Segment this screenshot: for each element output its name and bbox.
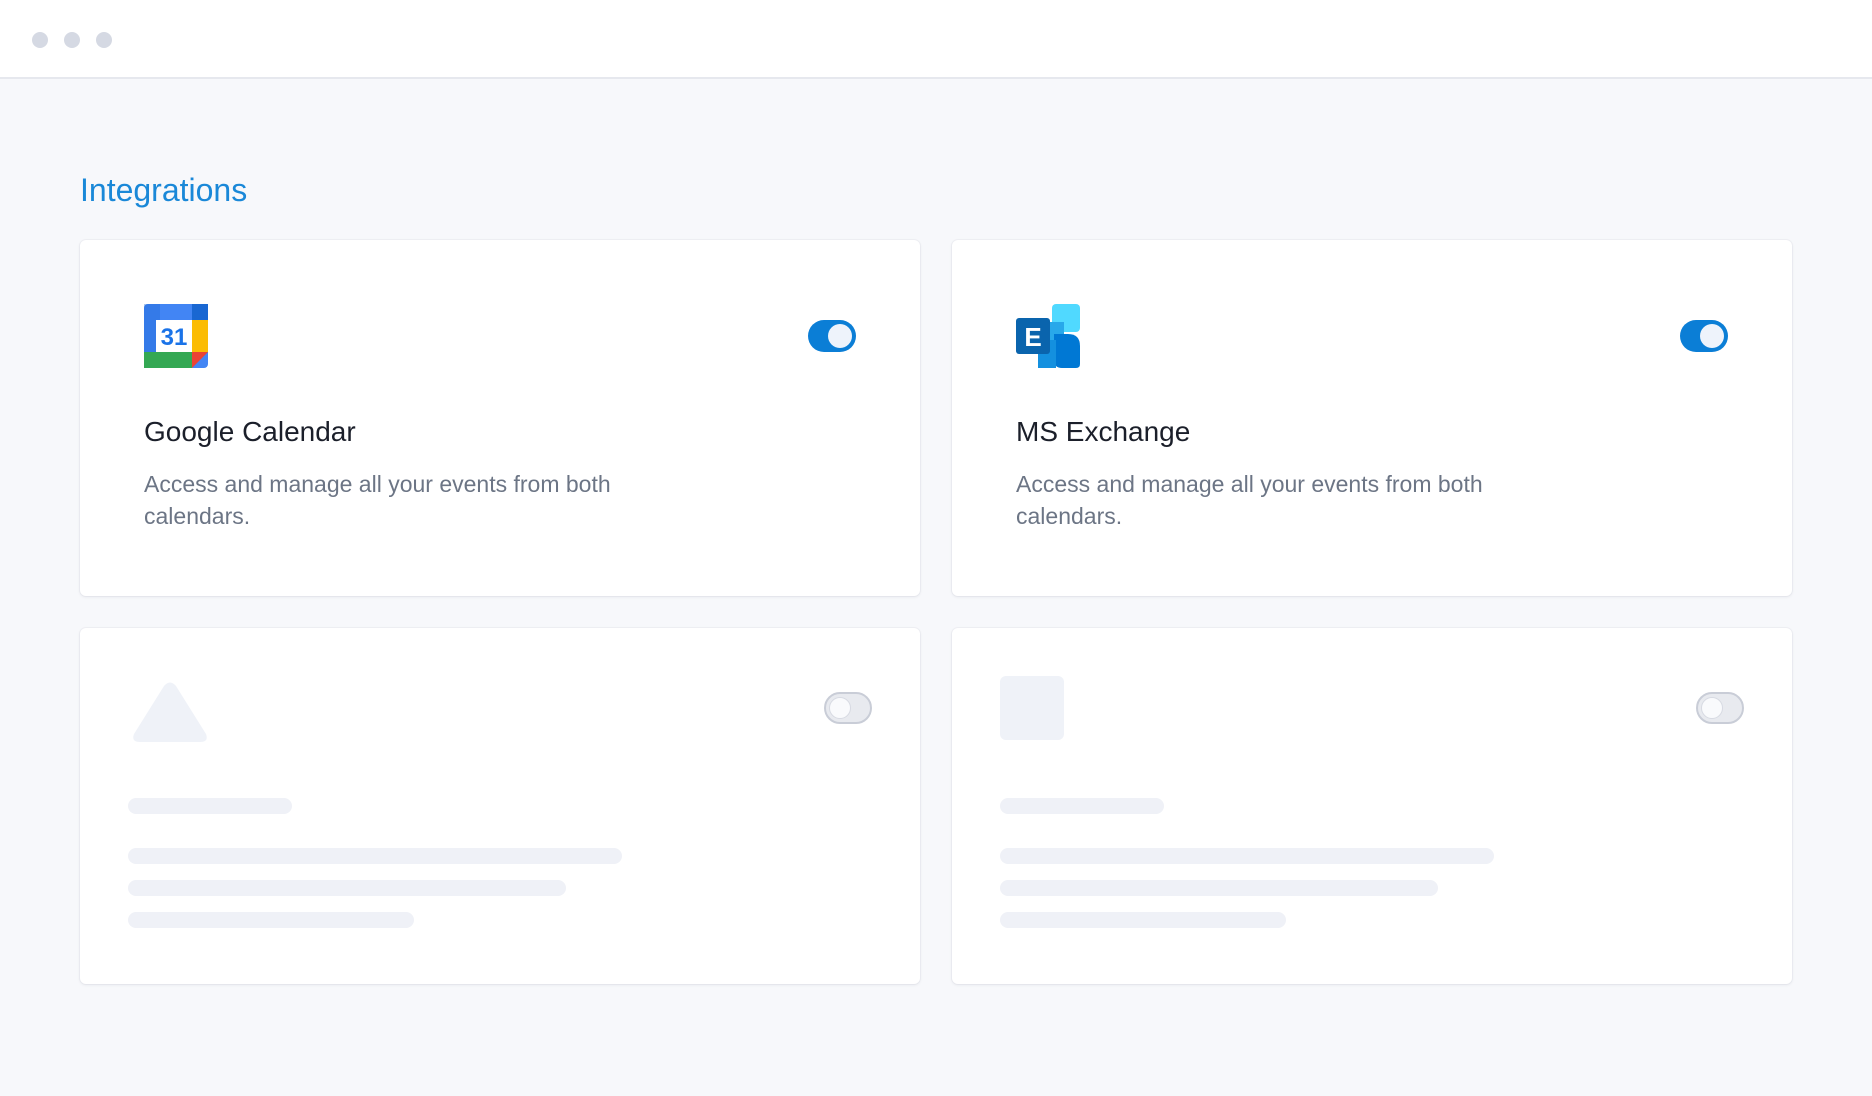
window-dot-3 (96, 32, 112, 48)
skeleton-line (128, 880, 566, 896)
integration-card-google-calendar: 31 Google Calendar Access and manage all… (80, 240, 920, 596)
window-dot-2 (64, 32, 80, 48)
skeleton-line (1000, 848, 1494, 864)
google-calendar-icon: 31 (144, 304, 208, 368)
integration-description: Access and manage all your events from b… (1016, 471, 1483, 529)
square-placeholder-icon (1000, 676, 1064, 740)
placeholder-toggle-1[interactable] (824, 692, 872, 724)
window-dot-1 (32, 32, 48, 48)
skeleton-line-title (1000, 798, 1164, 814)
toggle-knob (828, 324, 852, 348)
toggle-knob (1700, 324, 1724, 348)
integration-card-ms-exchange: E MS Exchange Access and manage all your… (952, 240, 1792, 596)
skeleton-line (128, 912, 414, 928)
ms-exchange-icon-text: E (1024, 322, 1041, 352)
google-calendar-icon-text: 31 (161, 324, 188, 351)
integration-title: Google Calendar (144, 416, 356, 447)
placeholder-card-1 (80, 628, 920, 984)
toggle-knob (829, 697, 851, 719)
placeholder-card-2 (952, 628, 1792, 984)
integration-description: Access and manage all your events from b… (144, 471, 611, 529)
skeleton-line (1000, 912, 1286, 928)
skeleton-line (128, 848, 622, 864)
skeleton-line (1000, 880, 1438, 896)
placeholder-toggle-2[interactable] (1696, 692, 1744, 724)
toggle-knob (1701, 697, 1723, 719)
ms-exchange-icon: E (1016, 304, 1080, 368)
window-titlebar (0, 0, 1872, 79)
ms-exchange-toggle[interactable] (1680, 320, 1728, 352)
skeleton-line-title (128, 798, 292, 814)
page-title: Integrations (80, 172, 248, 208)
triangle-placeholder-icon (133, 682, 207, 742)
google-calendar-toggle[interactable] (808, 320, 856, 352)
integration-title: MS Exchange (1016, 416, 1191, 447)
